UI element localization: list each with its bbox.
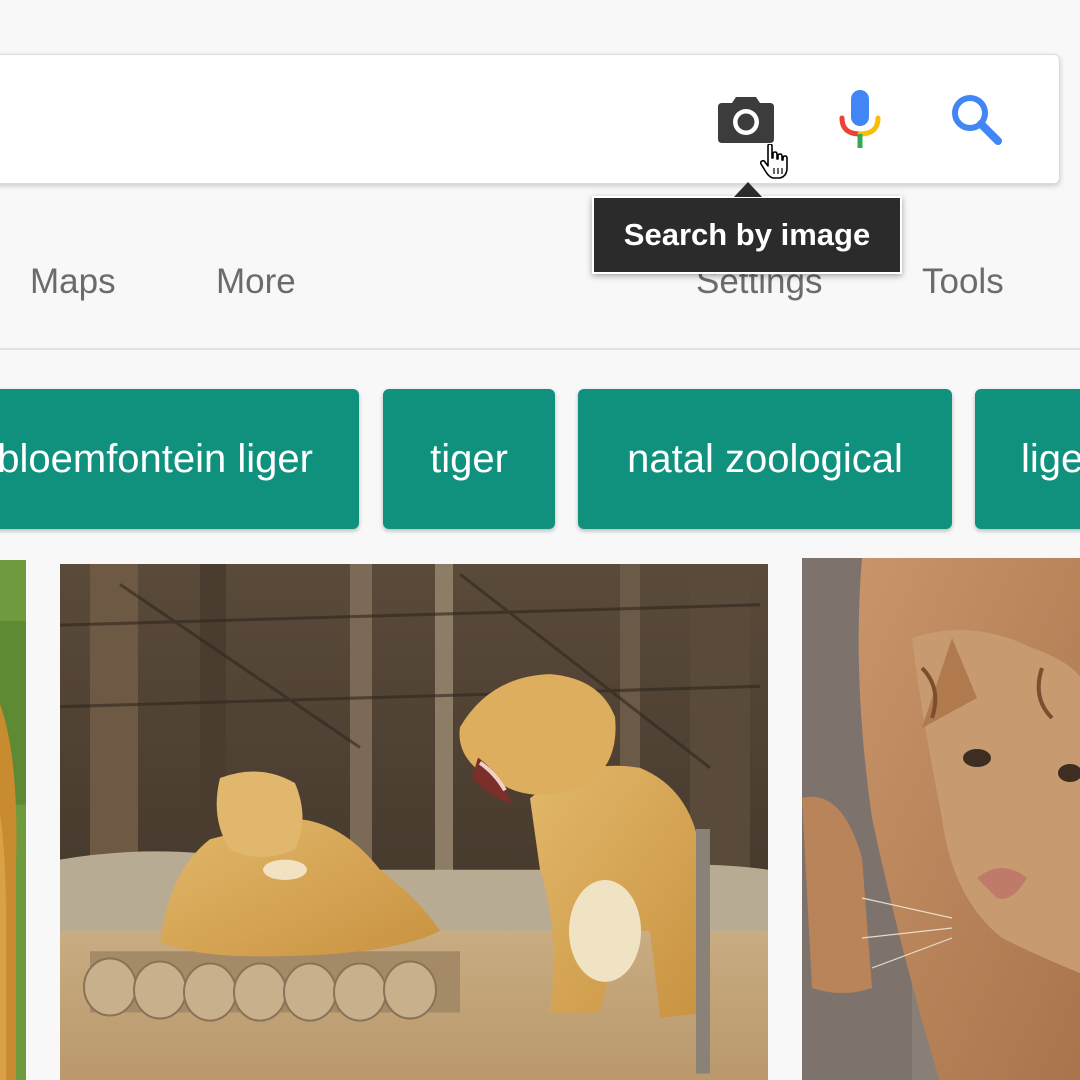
camera-icon [718,97,774,143]
tab-more[interactable]: More [216,262,296,302]
microphone-icon [839,90,881,148]
chip-label: natal zoological [627,436,903,481]
search-button[interactable] [931,55,1021,183]
related-search-chip[interactable]: bloemfontein liger [0,389,359,529]
tab-maps[interactable]: Maps [30,262,116,302]
chip-label: liger [1021,436,1080,481]
related-search-chip[interactable]: liger [975,389,1080,529]
search-input[interactable] [21,85,645,153]
search-box [0,54,1060,184]
liger-image [0,560,26,1080]
search-by-image-tooltip: Search by image [592,196,902,274]
related-search-chip[interactable]: natal zoological [578,389,952,529]
tooltip-arrow [734,182,762,197]
chip-label: bloemfontein liger [0,436,313,481]
chip-label: tiger [430,436,508,481]
nav-divider [0,348,1080,350]
google-images-page: Search by image Maps More Settings Tools… [0,0,1080,1080]
magnifier-icon [952,95,1002,145]
related-search-chip[interactable]: tiger [383,389,555,529]
image-result[interactable] [802,558,1080,1080]
hand-pointer-cursor [760,144,788,179]
tooltip-text: Search by image [623,217,871,252]
voice-search-button[interactable] [815,55,905,183]
ligers-image [60,564,768,1080]
image-result[interactable] [60,564,768,1080]
image-result[interactable] [0,560,26,1080]
liger-closeup-image [802,558,1080,1080]
tools-link[interactable]: Tools [922,262,1004,302]
